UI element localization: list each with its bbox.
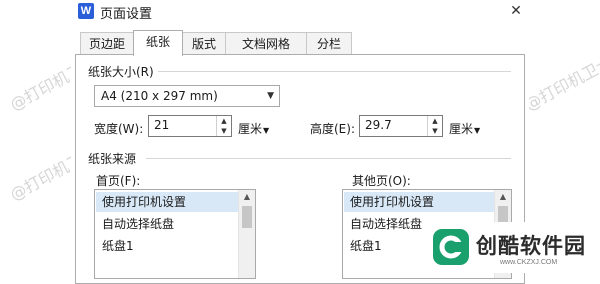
close-button[interactable]: ✕	[503, 0, 529, 22]
first-page-label: 首页(F):	[96, 174, 141, 188]
spin-down-icon[interactable]: ▼	[217, 126, 231, 136]
height-value: 29.7	[365, 118, 392, 132]
list-item[interactable]: 纸盘1	[96, 236, 238, 256]
first-page-scrollbar[interactable]: ▲	[238, 190, 255, 278]
wps-writer-icon: W	[78, 3, 94, 19]
section-divider	[151, 71, 511, 72]
tab-layout[interactable]: 版式	[182, 32, 226, 55]
list-item[interactable]: 使用打印机设置	[96, 192, 238, 212]
tab-margins[interactable]: 页边距	[80, 32, 134, 55]
title-bar: W 页面设置 ✕	[71, 0, 529, 22]
scroll-thumb[interactable]	[242, 206, 252, 228]
watermark-text: @打印机卫士	[521, 52, 600, 115]
width-unit-select[interactable]: 厘米▼	[238, 120, 269, 137]
dropdown-arrow-icon: ▼	[267, 91, 274, 101]
width-value: 21	[154, 118, 170, 132]
width-label: 宽度(W):	[94, 122, 144, 136]
brand-badge: 创酷软件园 www.CKZXJ.COM	[430, 222, 600, 273]
brand-name: 创酷软件园	[476, 234, 586, 258]
height-unit-label: 厘米	[449, 122, 474, 136]
section-divider	[146, 158, 511, 159]
brand-logo-icon	[433, 229, 469, 265]
dialog-title: 页面设置	[100, 7, 153, 22]
list-item[interactable]: 自动选择纸盘	[96, 214, 238, 234]
background-area: @打印机卫士 @打印机卫士 @打印机卫士 W 页面设置 ✕ 页边距 纸张 版式 …	[0, 0, 600, 284]
scroll-up-icon[interactable]: ▲	[239, 190, 255, 204]
first-page-listbox[interactable]: 使用打印机设置 自动选择纸盘 纸盘1 ▲	[94, 189, 256, 279]
scroll-up-icon[interactable]: ▲	[495, 190, 511, 204]
width-spin-buttons: ▲ ▼	[216, 116, 231, 136]
paper-size-value: A4 (210 x 297 mm)	[101, 89, 218, 103]
height-spin-buttons: ▲ ▼	[427, 116, 442, 136]
spin-up-icon[interactable]: ▲	[217, 116, 231, 126]
paper-size-select[interactable]: A4 (210 x 297 mm) ▼	[94, 85, 280, 107]
paper-source-section-label: 纸张来源	[88, 150, 141, 167]
brand-url: www.CKZXJ.COM	[500, 259, 558, 266]
height-label: 高度(E):	[310, 122, 355, 136]
tab-columns[interactable]: 分栏	[306, 32, 352, 55]
other-pages-label: 其他页(O):	[352, 174, 411, 188]
spin-down-icon[interactable]: ▼	[428, 126, 442, 136]
paper-size-section-label: 纸张大小(R)	[88, 63, 158, 80]
height-unit-select[interactable]: 厘米▼	[449, 120, 480, 137]
tab-paper[interactable]: 纸张	[133, 30, 183, 56]
width-spinbox[interactable]: 21 ▲ ▼	[148, 115, 232, 137]
caret-down-icon: ▼	[263, 126, 270, 135]
width-unit-label: 厘米	[238, 122, 263, 136]
caret-down-icon: ▼	[474, 126, 481, 135]
tab-document-grid[interactable]: 文档网格	[225, 32, 307, 55]
height-spinbox[interactable]: 29.7 ▲ ▼	[359, 115, 443, 137]
list-item[interactable]: 使用打印机设置	[344, 192, 494, 212]
spin-up-icon[interactable]: ▲	[428, 116, 442, 126]
